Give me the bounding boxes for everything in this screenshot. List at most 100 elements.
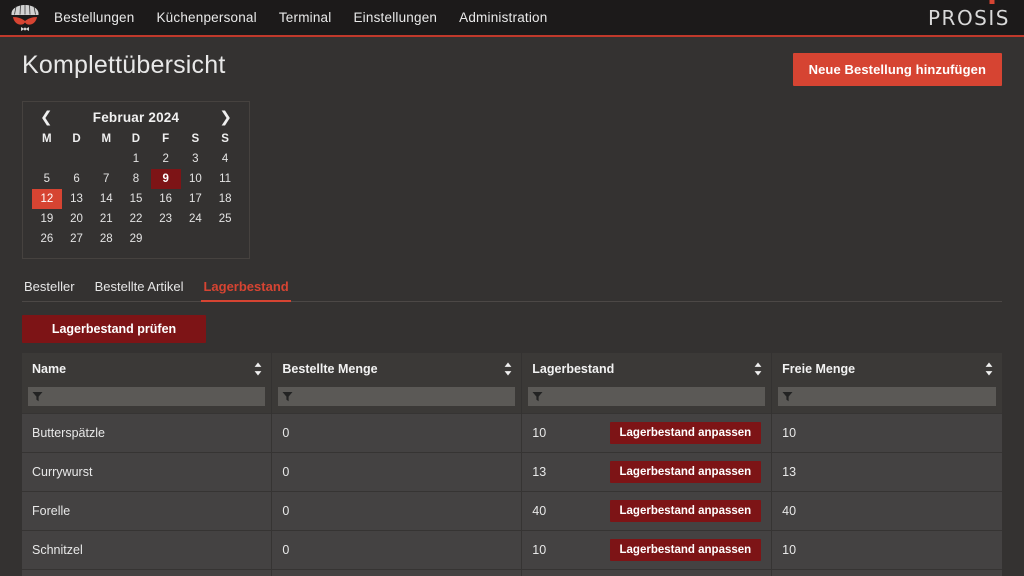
calendar-day-16[interactable]: 16 — [151, 189, 181, 209]
filter-box-bestellte-menge[interactable] — [278, 387, 516, 406]
column-header-lagerbestand[interactable]: Lagerbestand — [521, 353, 773, 385]
nav-item-administration[interactable]: Administration — [459, 10, 547, 25]
calendar-day-20[interactable]: 20 — [62, 209, 92, 229]
calendar-day-19[interactable]: 19 — [32, 209, 62, 229]
cell-lagerbestand-value: 40 — [532, 504, 547, 518]
cell-lagerbestand: 10 Lagerbestand anpassen — [521, 413, 773, 453]
filter-cell-lagerbestand — [521, 385, 773, 414]
adjust-stock-button[interactable]: Lagerbestand anpassen — [609, 500, 762, 522]
calendar-day-9[interactable]: 9 — [150, 169, 181, 189]
sort-updown-icon — [754, 362, 762, 376]
filter-input-bestellte-menge[interactable] — [293, 388, 512, 405]
filter-box-lagerbestand[interactable] — [528, 387, 766, 406]
calendar-day-14[interactable]: 14 — [91, 189, 121, 209]
chef-mustache-logo-icon[interactable] — [10, 4, 40, 32]
date-picker-calendar[interactable]: ❮ Februar 2024 ❯ M D M D F S S 1234567 8… — [22, 101, 250, 259]
calendar-day-2[interactable]: 2 — [151, 149, 181, 169]
add-order-button[interactable]: Neue Bestellung hinzufügen — [792, 53, 1002, 86]
calendar-day-label: 5 — [43, 173, 51, 185]
filter-input-name[interactable] — [43, 388, 262, 405]
calendar-day-label: 27 — [70, 233, 83, 245]
calendar-day-label: 6 — [73, 173, 80, 185]
calendar-day-29[interactable]: 29 — [121, 229, 151, 249]
table-row[interactable]: Schnitzel 0 10 Lagerbestand anpassen 10 — [22, 530, 1002, 570]
column-header-bestellte-menge[interactable]: Bestellte Menge — [271, 353, 523, 385]
calendar-day-3[interactable]: 3 — [181, 149, 211, 169]
nav-item-kuechenpersonal[interactable]: Küchenpersonal — [156, 10, 256, 25]
filter-box-name[interactable] — [28, 387, 266, 406]
calendar-empty-cell — [151, 229, 181, 249]
adjust-stock-button[interactable]: Lagerbestand anpassen — [609, 422, 762, 444]
column-header-freie-menge[interactable]: Freie Menge — [771, 353, 1002, 385]
filter-input-lagerbestand[interactable] — [543, 388, 762, 405]
cell-bestellte-menge: 0 — [271, 491, 523, 531]
calendar-day-22[interactable]: 22 — [121, 209, 151, 229]
calendar-day-4[interactable]: 4 — [210, 149, 240, 169]
tab-besteller[interactable]: Besteller — [22, 275, 77, 301]
calendar-prev-month-icon[interactable]: ❮ — [36, 110, 57, 125]
calendar-day-12[interactable]: 12 — [32, 189, 62, 209]
calendar-day-5[interactable]: 5 — [32, 169, 62, 189]
calendar-day-24[interactable]: 24 — [181, 209, 211, 229]
tab-bestellte-artikel[interactable]: Bestellte Artikel — [93, 275, 186, 301]
calendar-day-21[interactable]: 21 — [91, 209, 121, 229]
calendar-day-26[interactable]: 26 — [32, 229, 62, 249]
calendar-next-month-icon[interactable]: ❯ — [215, 110, 236, 125]
filter-box-freie-menge[interactable] — [778, 387, 996, 406]
calendar-day-10[interactable]: 10 — [181, 169, 211, 189]
table-row[interactable]: Schweinebraten030Lagerbestand anpassen30 — [22, 569, 1002, 576]
app-window: Bestellungen Küchenpersonal Terminal Ein… — [0, 0, 1024, 576]
filter-input-freie-menge[interactable] — [793, 388, 992, 405]
calendar-day-11[interactable]: 11 — [210, 169, 240, 189]
check-stock-button[interactable]: Lagerbestand prüfen — [22, 315, 206, 343]
cell-name: Currywurst — [22, 452, 273, 492]
cell-lagerbestand-value: 10 — [532, 543, 547, 557]
brand-i-dot-icon — [989, 0, 995, 4]
calendar-day-13[interactable]: 13 — [62, 189, 92, 209]
calendar-day-label: 15 — [129, 193, 143, 205]
column-header-label: Bestellte Menge — [282, 362, 378, 376]
filter-cell-name — [22, 385, 273, 414]
calendar-days-body: 1 2 3 4 5 6 7 8 9 10 11 12 13 14 15 16 17 18 19 20 21 22 23 24 2… — [32, 149, 240, 249]
nav-item-terminal[interactable]: Terminal — [279, 10, 332, 25]
cell-bestellte-menge: 0 — [271, 530, 523, 570]
calendar-empty-cell — [91, 149, 121, 169]
stock-table: Name Bestellte Menge Lagerbestand Freie … — [22, 353, 1002, 576]
calendar-day-1[interactable]: 1 — [121, 149, 151, 169]
calendar-week-row: 1 2 3 4 — [32, 149, 240, 169]
calendar-day-label: 28 — [99, 233, 113, 245]
calendar-weekday: F — [162, 133, 170, 145]
table-row[interactable]: Butterspätzle 0 10 Lagerbestand anpassen 10 — [22, 413, 1002, 453]
stock-table-container: Name Bestellte Menge Lagerbestand Freie … — [22, 353, 1002, 576]
calendar-empty-cell — [32, 149, 62, 169]
calendar-day-8[interactable]: 8 — [121, 169, 151, 189]
calendar-day-25[interactable]: 25 — [210, 209, 240, 229]
calendar-day-28[interactable]: 28 — [91, 229, 121, 249]
calendar-day-6[interactable]: 6 — [62, 169, 92, 189]
calendar-day-18[interactable]: 18 — [210, 189, 240, 209]
calendar-day-label: 23 — [159, 213, 173, 225]
calendar-day-27[interactable]: 27 — [62, 229, 92, 249]
adjust-stock-button[interactable]: Lagerbestand anpassen — [609, 461, 762, 483]
table-row[interactable]: Forelle 0 40 Lagerbestand anpassen 40 — [22, 491, 1002, 531]
calendar-day-label: 9 — [150, 169, 181, 189]
cell-name: Butterspätzle — [22, 413, 273, 453]
filter-cell-bestellte-menge — [271, 385, 523, 414]
nav-item-einstellungen[interactable]: Einstellungen — [353, 10, 437, 25]
column-header-name[interactable]: Name — [22, 353, 273, 385]
calendar-day-15[interactable]: 15 — [121, 189, 151, 209]
funnel-filter-icon — [782, 392, 793, 402]
table-row[interactable]: Currywurst 0 13 Lagerbestand anpassen 13 — [22, 452, 1002, 492]
nav-item-bestellungen[interactable]: Bestellungen — [54, 10, 134, 25]
sort-updown-icon — [254, 362, 262, 376]
tab-lagerbestand[interactable]: Lagerbestand — [201, 275, 291, 302]
prosis-brand-logo: PROS I S — [928, 0, 1010, 30]
calendar-day-label: 29 — [129, 233, 143, 245]
stock-table-body: Butterspätzle 0 10 Lagerbestand anpassen 10 C… — [22, 413, 1002, 576]
calendar-day-23[interactable]: 23 — [151, 209, 181, 229]
calendar-day-17[interactable]: 17 — [181, 189, 211, 209]
adjust-stock-button[interactable]: Lagerbestand anpassen — [609, 539, 762, 561]
calendar-day-7[interactable]: 7 — [91, 169, 121, 189]
calendar-grid: M D M D F S S 1 2 3 4 5 6 7 8 9 10 11 12 13 14 15 16 17 1… — [32, 131, 240, 249]
cell-freie-menge: 40 — [771, 491, 1002, 531]
